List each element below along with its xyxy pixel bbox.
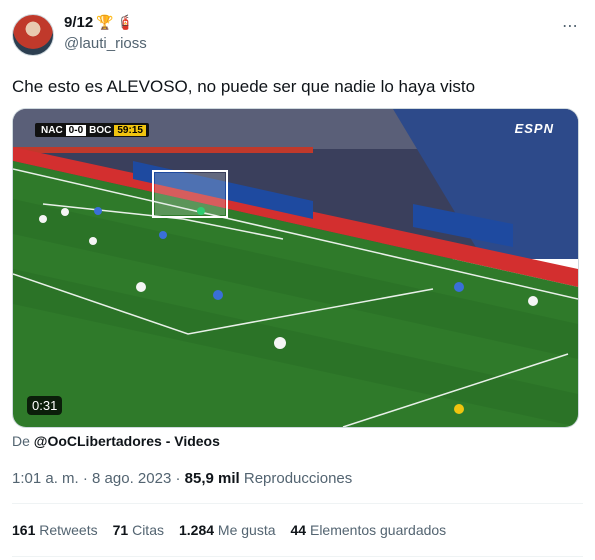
more-options-icon[interactable]: ⋯ bbox=[562, 16, 579, 36]
match-clock: 59:15 bbox=[114, 124, 146, 136]
separator: · bbox=[82, 470, 88, 487]
extinguisher-icon: 🧯 bbox=[116, 14, 135, 30]
quotes-stat[interactable]: 71 Citas bbox=[113, 522, 164, 538]
engagement-stats: 161 Retweets 71 Citas 1.284 Me gusta 44 … bbox=[12, 522, 461, 538]
bookmarks-stat[interactable]: 44 Elementos guardados bbox=[291, 522, 447, 538]
video-duration: 0:31 bbox=[27, 396, 63, 415]
video-source: De @OoCLibertadores - Videos bbox=[12, 433, 220, 449]
espn-logo: ESPN bbox=[514, 121, 554, 136]
views-label: Reproducciones bbox=[243, 470, 353, 487]
likes-count: 1.284 bbox=[178, 522, 215, 538]
source-prefix: De bbox=[12, 433, 30, 449]
video-player[interactable]: NAC 0-0 BOC 59:15 ESPN 0:31 bbox=[12, 108, 579, 428]
retweets-label: Retweets bbox=[39, 522, 98, 538]
tweet-date[interactable]: 8 ago. 2023 bbox=[92, 470, 171, 487]
author-handle[interactable]: @lauti_rioss bbox=[64, 35, 147, 52]
video-frame bbox=[13, 109, 578, 427]
bookmarks-label: Elementos guardados bbox=[309, 522, 447, 538]
match-score: 0-0 bbox=[65, 124, 87, 136]
avatar[interactable] bbox=[12, 14, 54, 56]
likes-label: Me gusta bbox=[217, 522, 276, 538]
away-team: BOC bbox=[89, 124, 112, 136]
display-name[interactable]: 9/12 bbox=[64, 14, 93, 31]
divider bbox=[12, 503, 583, 504]
quotes-label: Citas bbox=[132, 522, 164, 538]
quotes-count: 71 bbox=[112, 522, 129, 538]
source-account-link[interactable]: @OoCLibertadores - Videos bbox=[34, 433, 220, 449]
home-team: NAC bbox=[41, 124, 63, 136]
tweet-timestamp: 1:01 a. m. · 8 ago. 2023 · 85,9 mil Repr… bbox=[12, 470, 352, 487]
retweets-count: 161 bbox=[12, 522, 36, 538]
tweet-time[interactable]: 1:01 a. m. bbox=[12, 470, 79, 487]
bookmarks-count: 44 bbox=[290, 522, 307, 538]
separator: · bbox=[175, 470, 181, 487]
trophy-icon: 🏆 bbox=[96, 14, 114, 30]
author-name-row[interactable]: 9/12 🏆 🧯 bbox=[64, 14, 134, 31]
retweets-stat[interactable]: 161 Retweets bbox=[12, 522, 98, 538]
tweet-header: 9/12 🏆 🧯 @lauti_rioss ⋯ bbox=[12, 12, 583, 56]
divider bbox=[12, 556, 583, 557]
likes-stat[interactable]: 1.284 Me gusta bbox=[179, 522, 276, 538]
scorebug: NAC 0-0 BOC 59:15 bbox=[35, 123, 149, 137]
tweet-text: Che esto es ALEVOSO, no puede ser que na… bbox=[12, 77, 476, 96]
views-count: 85,9 mil bbox=[184, 470, 240, 487]
